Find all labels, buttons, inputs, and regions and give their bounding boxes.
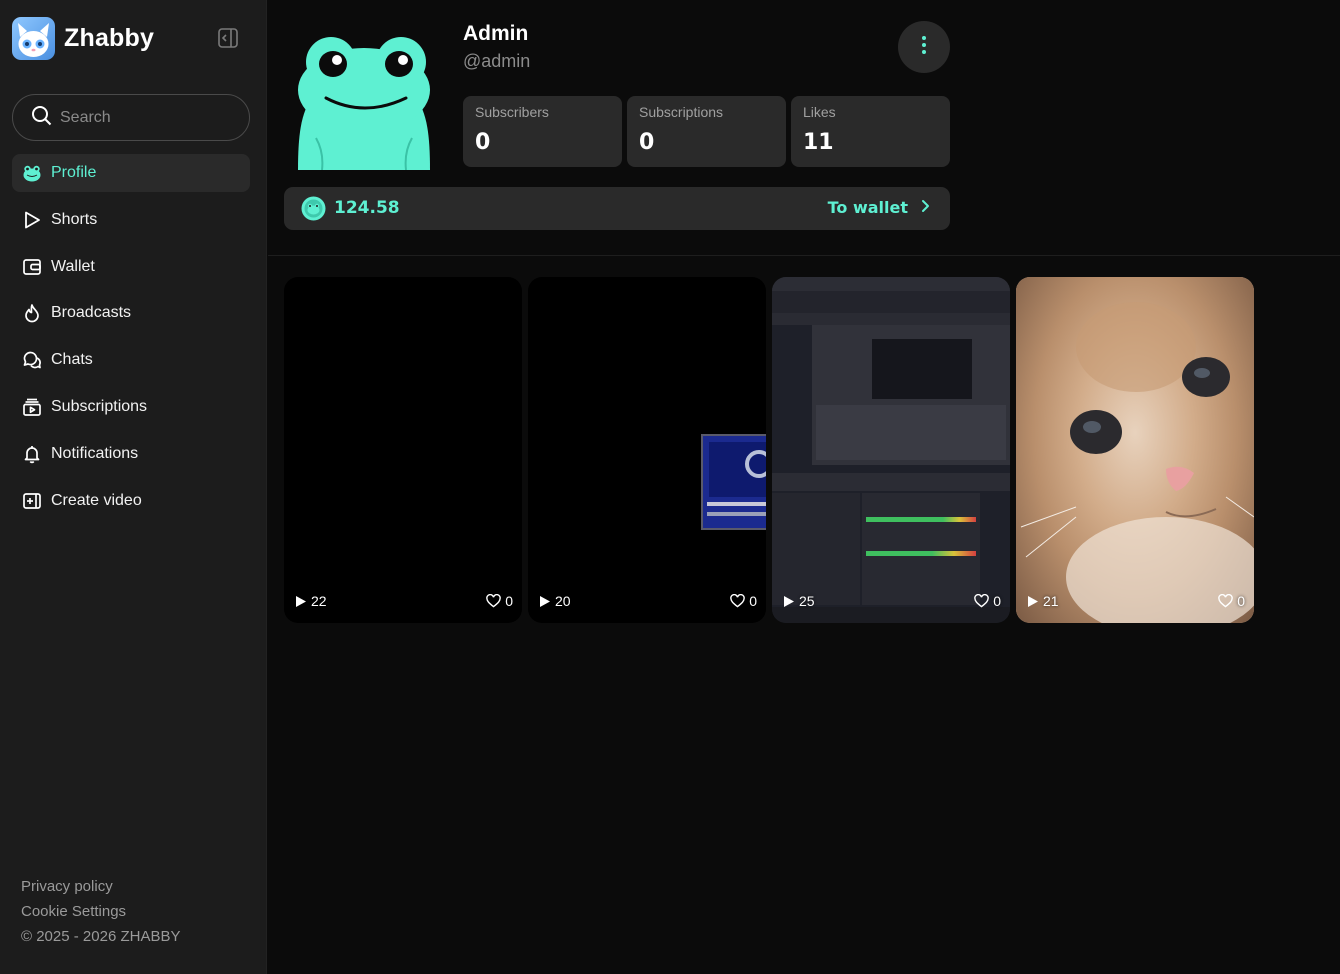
play-icon	[296, 595, 306, 607]
profile-avatar	[284, 20, 444, 171]
stat-value: 0	[475, 130, 491, 155]
brand-name: Zhabby	[64, 24, 155, 52]
view-count-value: 21	[1043, 593, 1059, 609]
wallet-balance-bar: 124.58 To wallet	[284, 187, 950, 230]
stat-subscriptions[interactable]: Subscriptions 0	[627, 96, 786, 167]
video-thumbnail	[772, 277, 1010, 623]
sidebar-item-label: Broadcasts	[51, 304, 132, 322]
stat-label: Likes	[803, 104, 836, 120]
like-count: 0	[486, 593, 513, 609]
sidebar: Zhabby Search Profile Shorts Wallet Broa…	[0, 0, 267, 974]
sidebar-item-label: Notifications	[51, 444, 139, 462]
heart-icon	[1218, 594, 1233, 608]
video-card[interactable]: 20 0	[528, 277, 766, 623]
sidebar-item-label: Shorts	[51, 210, 98, 228]
privacy-policy-link[interactable]: Privacy policy	[21, 878, 113, 895]
view-count: 21	[1026, 593, 1059, 609]
stat-value: 11	[803, 130, 834, 155]
zhabby-logo-icon	[12, 17, 55, 60]
view-count-value: 20	[555, 593, 571, 609]
video-thumbnail	[1016, 277, 1254, 623]
sidebar-item-label: Wallet	[51, 257, 95, 275]
stat-value: 0	[639, 130, 655, 155]
video-thumbnail	[701, 434, 766, 530]
sidebar-item-label: Profile	[51, 164, 97, 181]
sidebar-item-label: Subscriptions	[51, 397, 148, 415]
view-count: 22	[294, 593, 327, 609]
chevron-right-icon	[920, 198, 930, 217]
frog-icon	[22, 163, 42, 183]
search-input[interactable]	[60, 108, 230, 127]
subscriptions-icon	[22, 397, 42, 417]
video-card[interactable]: 25 0	[772, 277, 1010, 623]
bell-icon	[22, 444, 42, 464]
play-icon	[540, 595, 550, 607]
view-count: 25	[782, 593, 815, 609]
sidebar-item-notifications[interactable]: Notifications	[12, 435, 250, 473]
video-card[interactable]: 22 0	[284, 277, 522, 623]
heart-icon	[730, 594, 745, 608]
to-wallet-link[interactable]: To wallet	[828, 198, 930, 217]
to-wallet-label: To wallet	[827, 198, 908, 217]
frog-coin-icon	[301, 196, 326, 221]
like-count: 0	[1218, 593, 1245, 609]
sidebar-item-create-video[interactable]: Create video	[12, 482, 250, 520]
like-count-value: 0	[1237, 593, 1245, 609]
chat-icon	[22, 350, 42, 370]
more-vertical-icon	[921, 35, 927, 60]
heart-icon	[486, 594, 501, 608]
play-icon	[784, 595, 794, 607]
sidebar-item-broadcasts[interactable]: Broadcasts	[12, 294, 250, 332]
stat-likes: Likes 11	[791, 96, 950, 167]
play-icon	[22, 210, 42, 230]
like-count-value: 0	[749, 593, 757, 609]
play-icon	[1028, 595, 1038, 607]
collapse-sidebar-icon[interactable]	[217, 27, 239, 49]
add-video-icon	[22, 491, 42, 511]
divider	[268, 255, 1340, 256]
view-count-value: 25	[799, 593, 815, 609]
sidebar-nav: Profile Shorts Wallet Broadcasts Chats S…	[12, 154, 250, 528]
sidebar-item-subscriptions[interactable]: Subscriptions	[12, 388, 250, 426]
search-box[interactable]	[12, 94, 250, 141]
sidebar-item-label: Chats	[51, 351, 93, 369]
profile-handle: @admin	[463, 51, 531, 71]
sidebar-item-chats[interactable]: Chats	[12, 341, 250, 379]
footer-links: Privacy policy Cookie Settings © 2025 - …	[21, 878, 180, 953]
wallet-balance: 124.58	[334, 198, 400, 218]
heart-icon	[974, 594, 989, 608]
sidebar-item-profile[interactable]: Profile	[12, 154, 250, 192]
sidebar-item-wallet[interactable]: Wallet	[12, 248, 250, 286]
sidebar-item-label: Create video	[51, 491, 142, 509]
flame-icon	[22, 303, 42, 323]
like-count-value: 0	[993, 593, 1001, 609]
stat-label: Subscribers	[475, 104, 549, 120]
like-count-value: 0	[505, 593, 513, 609]
stat-subscribers[interactable]: Subscribers 0	[463, 96, 622, 167]
view-count-value: 22	[311, 593, 327, 609]
like-count: 0	[730, 593, 757, 609]
profile-name: Admin	[463, 22, 529, 45]
more-options-button[interactable]	[898, 21, 950, 73]
copyright-text: © 2025 - 2026 ZHABBY	[21, 928, 181, 945]
video-card[interactable]: 21 0	[1016, 277, 1254, 623]
search-icon	[31, 105, 52, 131]
stat-label: Subscriptions	[639, 104, 724, 120]
wallet-icon	[22, 257, 42, 277]
cookie-settings-link[interactable]: Cookie Settings	[21, 903, 126, 920]
like-count: 0	[974, 593, 1001, 609]
view-count: 20	[538, 593, 571, 609]
sidebar-item-shorts[interactable]: Shorts	[12, 201, 250, 239]
brand[interactable]: Zhabby	[12, 17, 154, 60]
